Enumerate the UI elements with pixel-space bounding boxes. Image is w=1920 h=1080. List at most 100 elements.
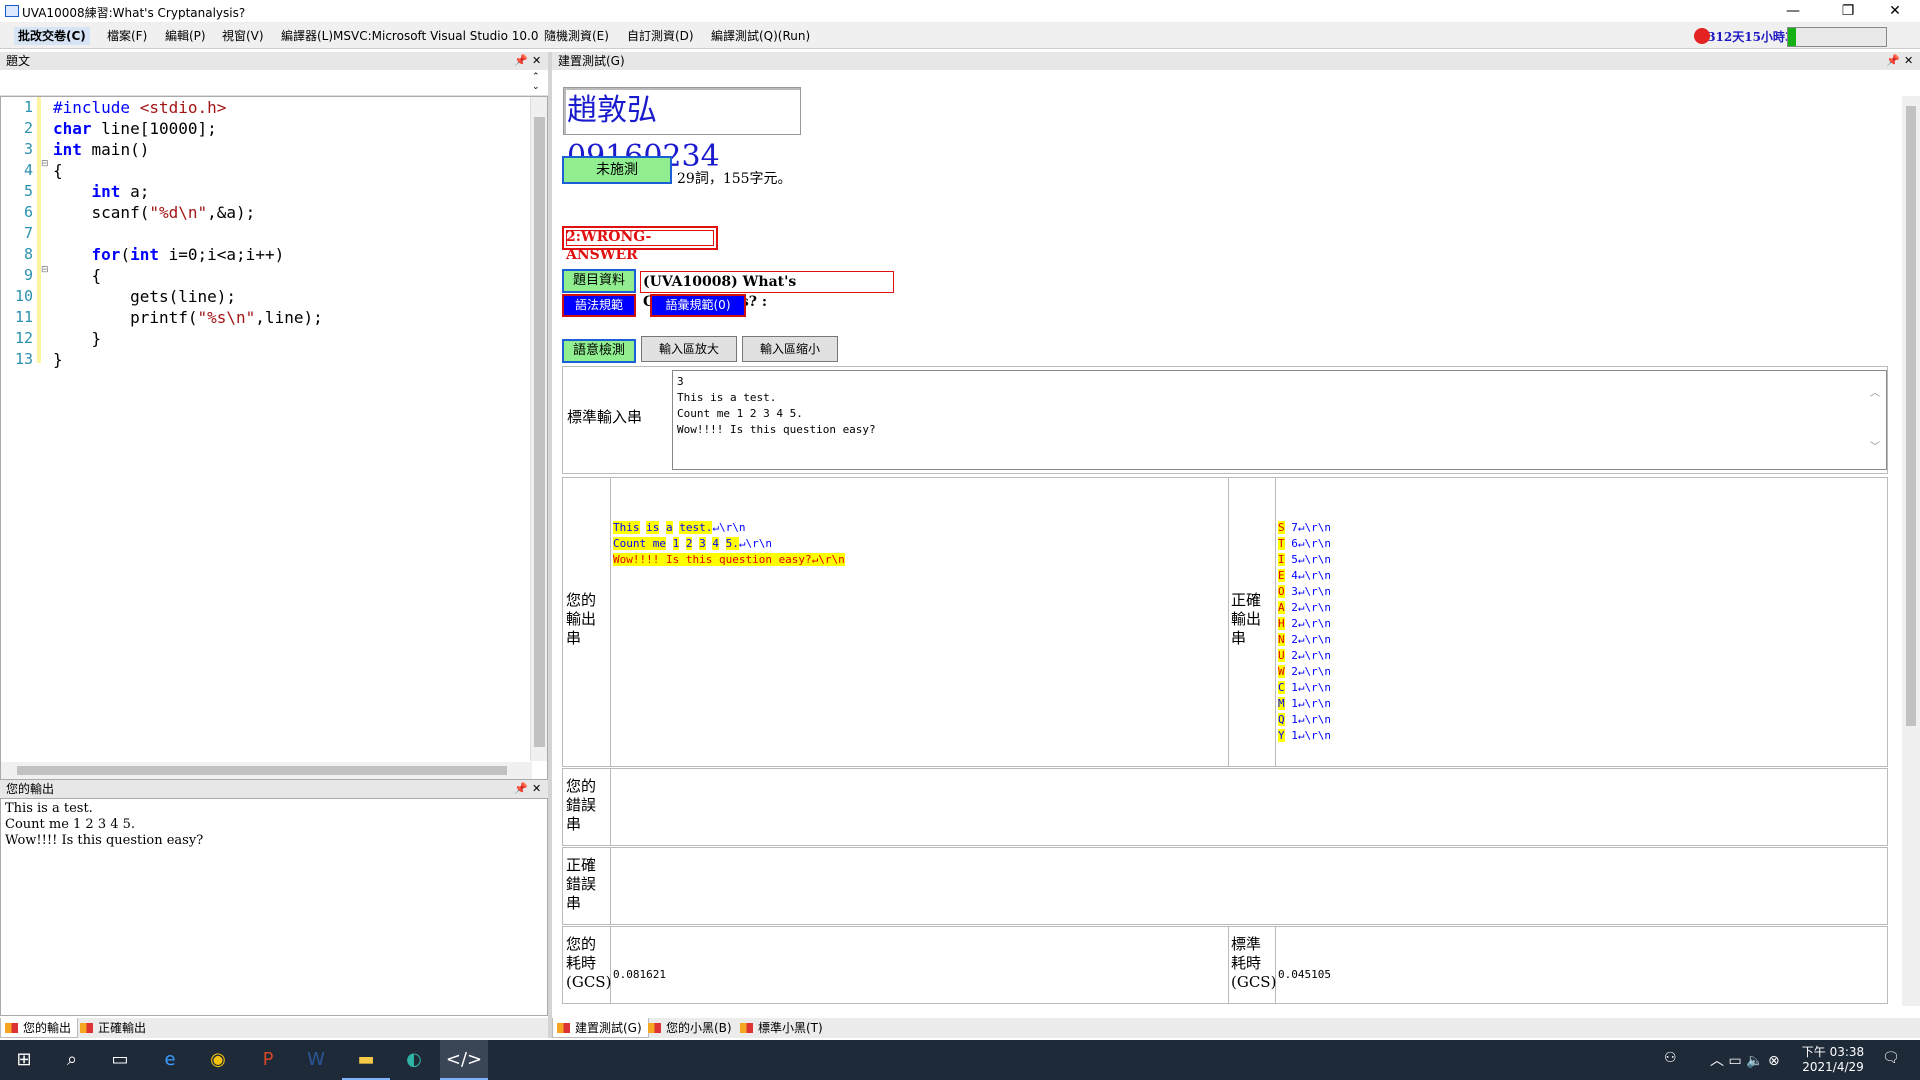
code-app-icon[interactable]: </>	[440, 1040, 488, 1080]
vocab-rules-button[interactable]: 語彙規範(0)	[650, 294, 746, 317]
tab-correct-output[interactable]: 正確輸出	[76, 1018, 152, 1038]
output-line: O 3↵\r\n	[1278, 585, 1331, 598]
right-vertical-scrollbar[interactable]	[1902, 96, 1920, 1006]
pin-icon[interactable]: 📌	[514, 780, 528, 798]
code-line: char line[10000];	[53, 119, 217, 138]
scroll-thumb[interactable]	[534, 117, 545, 747]
scroll-thumb[interactable]	[17, 766, 507, 775]
menu-random-test[interactable]: 隨機測資(E)	[540, 27, 613, 45]
zoom-in-input-button[interactable]: 輸入區放大	[641, 336, 737, 362]
menu-submit[interactable]: 批改交卷(C)	[14, 27, 90, 45]
pin-icon[interactable]: 📌	[514, 52, 528, 70]
tab-your-blackbox[interactable]: 您的小黑(B)	[644, 1018, 738, 1038]
menu-compiler[interactable]: 編譯器(L)MSVC:Microsoft Visual Studio 10.0	[277, 27, 542, 45]
menu-file[interactable]: 檔案(F)	[103, 27, 151, 45]
minimize-button[interactable]: —	[1770, 2, 1816, 20]
collapse-icon[interactable]: ⊟	[41, 265, 49, 275]
scroll-up-icon[interactable]: ⌃ ⌄	[532, 72, 540, 92]
untested-status-button[interactable]: 未施測	[562, 156, 672, 184]
output-line: I 5↵\r\n	[1278, 553, 1331, 566]
std-time-label: 標準耗時(GCS)	[1231, 935, 1277, 991]
tab-build-test[interactable]: 建置測試(G)	[552, 1018, 649, 1038]
line-number: 11	[14, 308, 33, 326]
syntax-rules-button[interactable]: 語法規範	[562, 294, 636, 317]
output-line: Y 1↵\r\n	[1278, 729, 1331, 742]
std-time-value: 0.045105	[1278, 968, 1331, 981]
ie-icon[interactable]: e	[146, 1040, 194, 1080]
output-line: Wow!!!! Is this question easy?	[5, 833, 204, 848]
file-explorer-icon[interactable]: ▬	[342, 1040, 390, 1080]
progress-bar	[1787, 27, 1887, 47]
close-icon[interactable]: ✕	[532, 780, 541, 798]
scroll-up-icon[interactable]: ︿	[1870, 384, 1880, 399]
line-number: 12	[14, 329, 33, 347]
editor-vertical-scrollbar[interactable]	[530, 97, 547, 761]
tray-icons[interactable]: ︿ ▭ 🔈 ⊗	[1710, 1050, 1780, 1070]
edge-icon[interactable]: ◐	[390, 1040, 438, 1080]
tab-std-blackbox[interactable]: 標準小黑(T)	[736, 1018, 829, 1038]
tab-icon	[80, 1023, 93, 1033]
left-pane-header: 題文 📌 ✕	[0, 52, 548, 70]
semantic-check-button[interactable]: 語意檢測	[562, 339, 636, 363]
notification-icon[interactable]: 🗨	[1882, 1050, 1900, 1066]
line-number: 10	[14, 287, 33, 305]
left-pane-title: 題文	[6, 54, 31, 68]
chrome-icon[interactable]: ◉	[194, 1040, 242, 1080]
apple-icon	[1694, 28, 1710, 44]
progress-fill	[1788, 28, 1796, 46]
close-button[interactable]: ✕	[1872, 2, 1918, 20]
output-line: E 4↵\r\n	[1278, 569, 1331, 582]
divider	[610, 769, 611, 845]
problem-data-button[interactable]: 題目資料	[562, 269, 636, 293]
people-icon[interactable]: ⚇	[1664, 1050, 1677, 1066]
tab-label: 您的小黑(B)	[666, 1021, 732, 1035]
code-editor[interactable]: 1 2 3 4 5 6 7 8 9 10 11 12 13 ⊟ ⊟ #inclu…	[0, 96, 548, 780]
correct-error-row	[562, 847, 1888, 925]
code-line: {	[53, 161, 63, 180]
tab-icon	[648, 1023, 661, 1033]
divider	[610, 848, 611, 924]
right-pane-title: 建置測試(G)	[558, 54, 625, 68]
restore-button[interactable]: ❐	[1825, 2, 1871, 20]
close-icon[interactable]: ✕	[1904, 52, 1913, 70]
menu-custom-test[interactable]: 自訂測資(D)	[623, 27, 698, 45]
pane-splitter[interactable]	[548, 52, 552, 1038]
your-time-label: 您的耗時(GCS)	[566, 935, 612, 991]
windows-start-icon[interactable]: ⊞	[0, 1040, 48, 1080]
menu-compile-run[interactable]: 編譯測試(Q)(Run)	[707, 27, 814, 45]
pin-icon[interactable]: 📌	[1886, 52, 1900, 70]
clock-date: 2021/4/29	[1802, 1060, 1864, 1074]
collapse-icon[interactable]: ⊟	[41, 159, 49, 169]
your-error-row	[562, 768, 1888, 846]
tab-label: 標準小黑(T)	[758, 1021, 823, 1035]
taskbar-clock[interactable]: 下午 03:38 2021/4/29	[1800, 1043, 1866, 1074]
editor-horizontal-scrollbar[interactable]	[1, 762, 532, 779]
correct-output-label: 正確輸出串	[1231, 591, 1262, 647]
word-count: 29詞，155字元。	[677, 171, 792, 187]
output-line: T 6↵\r\n	[1278, 537, 1331, 550]
output-text-area[interactable]: This is a test. Count me 1 2 3 4 5. Wow!…	[0, 798, 548, 1016]
search-icon[interactable]: ⌕	[48, 1040, 96, 1080]
scroll-thumb[interactable]	[1906, 106, 1916, 726]
your-output-text: This is a test.↵\r\n Count me 1 2 3 4 5.↵…	[613, 520, 845, 568]
divider	[1228, 478, 1229, 766]
std-input-textarea[interactable]: 3 This is a test. Count me 1 2 3 4 5. Wo…	[672, 370, 1887, 470]
scroll-down-icon[interactable]: ﹀	[1870, 438, 1880, 453]
zoom-out-input-button[interactable]: 輸入區缩小	[742, 336, 838, 362]
word-icon[interactable]: W	[292, 1040, 340, 1080]
close-icon[interactable]: ✕	[532, 52, 541, 70]
menu-view[interactable]: 視窗(V)	[218, 27, 268, 45]
code-line: printf("%s\n",line);	[53, 308, 323, 327]
output-pane-title: 您的輸出	[6, 782, 55, 796]
window-title: UVA10008練習:What's Cryptanalysis?	[22, 6, 246, 20]
line-number: 4	[23, 161, 33, 179]
powerpoint-icon[interactable]: P	[244, 1040, 292, 1080]
task-view-icon[interactable]: ▭	[96, 1040, 144, 1080]
code-text[interactable]: #include <stdio.h> char line[10000]; int m…	[53, 97, 323, 370]
code-line: gets(line);	[53, 287, 237, 306]
menu-edit[interactable]: 編輯(P)	[161, 27, 210, 45]
correct-output-text: S 7↵\r\n T 6↵\r\n I 5↵\r\n E 4↵\r\n O 3↵\r\n…	[1278, 520, 1331, 744]
code-line: scanf("%d\n",&a);	[53, 203, 256, 222]
tab-your-output[interactable]: 您的輸出	[0, 1018, 79, 1038]
